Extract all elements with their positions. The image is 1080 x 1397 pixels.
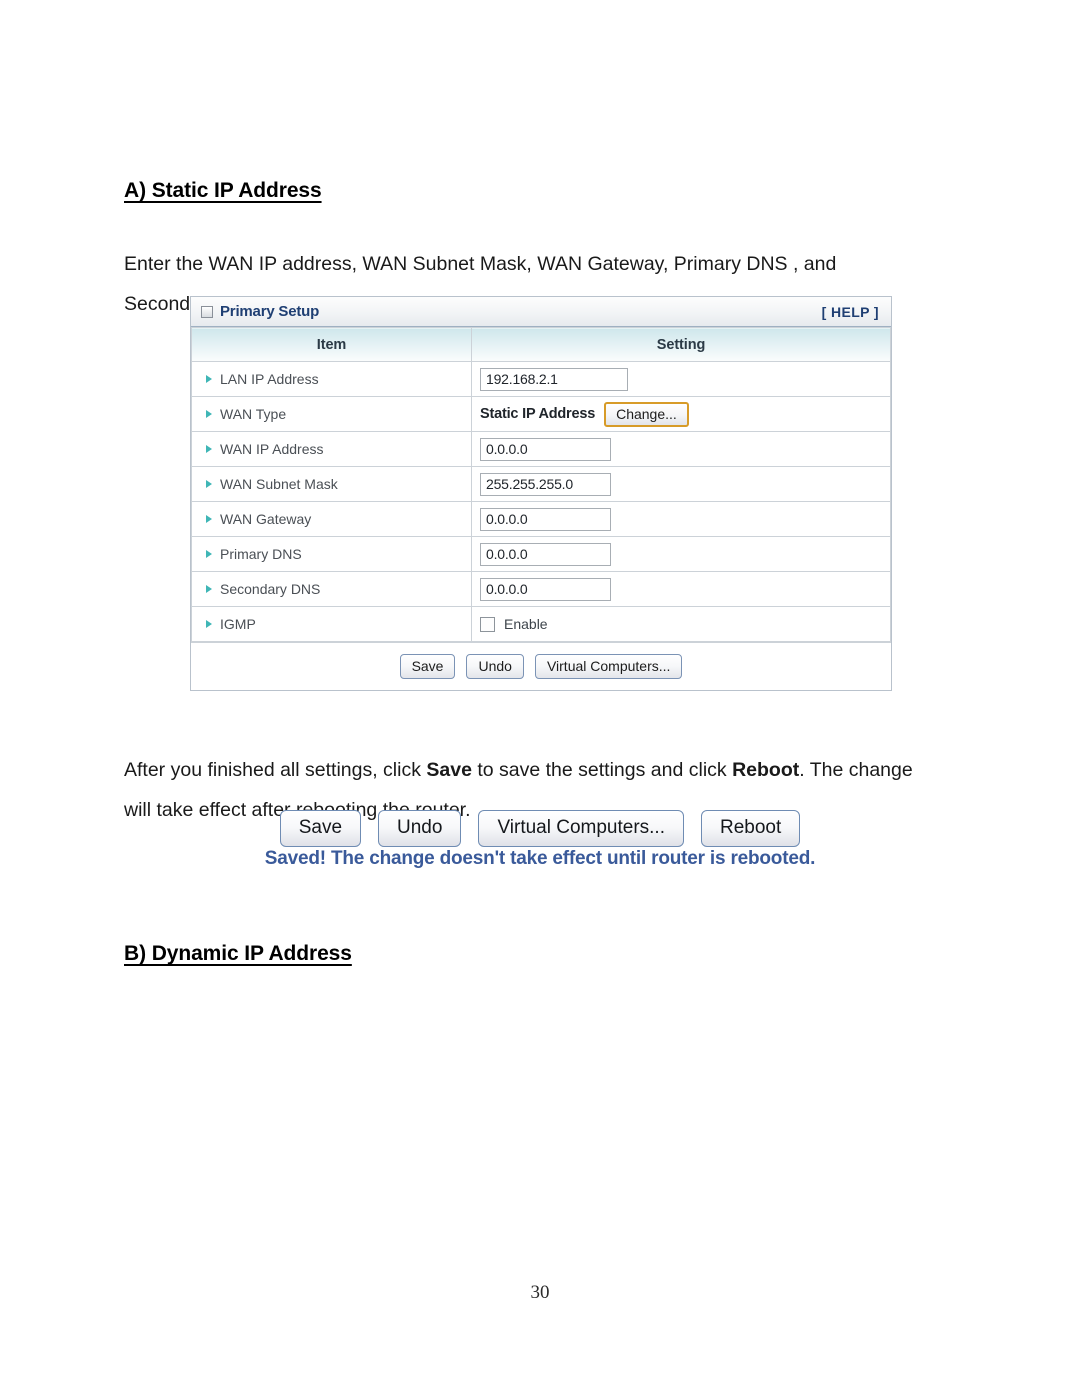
standalone-button-strip: Save Undo Virtual Computers... Reboot	[0, 810, 1080, 847]
row-label-cell: Primary DNS	[191, 536, 472, 572]
after-text-part2: to save the settings and click	[471, 758, 733, 781]
bullet-triangle-icon	[206, 480, 212, 488]
row-setting-cell: 255.255.255.0	[471, 466, 891, 502]
section-heading-static-ip: A) Static IP Address	[124, 179, 322, 203]
panel-footer: Save Undo Virtual Computers...	[191, 642, 891, 690]
primary-setup-panel: Primary Setup [ HELP ] Item Setting LAN …	[190, 296, 892, 691]
table-row: WAN IP Address 0.0.0.0	[191, 431, 891, 467]
window-square-icon	[201, 305, 213, 318]
after-text-bold-reboot: Reboot	[732, 758, 800, 781]
status-message: Saved! The change doesn't take effect un…	[264, 848, 816, 869]
page-number: 30	[530, 1282, 550, 1303]
panel-title-group: Primary Setup	[201, 303, 319, 320]
wan-gateway-input[interactable]: 0.0.0.0	[480, 507, 611, 531]
row-label: WAN IP Address	[220, 441, 324, 457]
row-label-cell: LAN IP Address	[191, 361, 472, 397]
table-row: WAN Type Static IP Address Change...	[191, 396, 891, 432]
undo-button[interactable]: Undo	[378, 810, 462, 847]
row-label: WAN Subnet Mask	[220, 476, 338, 492]
lan-ip-address-input[interactable]: 192.168.2.1	[480, 367, 628, 391]
row-setting-cell: 0.0.0.0	[471, 431, 891, 467]
after-text-part1: After you finished all settings, click	[124, 758, 427, 781]
row-label: LAN IP Address	[220, 371, 319, 387]
table-row: IGMP Enable	[191, 606, 891, 642]
wan-ip-address-input[interactable]: 0.0.0.0	[480, 437, 611, 461]
row-label-cell: Secondary DNS	[191, 571, 472, 607]
row-setting-cell: Static IP Address Change...	[471, 396, 891, 432]
wan-subnet-mask-input[interactable]: 255.255.255.0	[480, 472, 611, 496]
row-label-cell: WAN Gateway	[191, 501, 472, 537]
table-row: Secondary DNS 0.0.0.0	[191, 571, 891, 607]
panel-virtual-computers-button[interactable]: Virtual Computers...	[534, 654, 683, 679]
panel-titlebar: Primary Setup [ HELP ]	[191, 297, 891, 327]
bullet-triangle-icon	[206, 620, 212, 628]
row-label: IGMP	[220, 616, 256, 632]
row-label: WAN Gateway	[220, 511, 312, 527]
row-label: Primary DNS	[220, 546, 302, 562]
panel-undo-button[interactable]: Undo	[466, 654, 524, 679]
virtual-computers-button[interactable]: Virtual Computers...	[478, 810, 684, 847]
column-header-item: Item	[191, 327, 472, 362]
table-row: WAN Subnet Mask 255.255.255.0	[191, 466, 891, 502]
wan-type-value: Static IP Address	[480, 406, 596, 422]
row-setting-cell: 0.0.0.0	[471, 536, 891, 572]
after-text-bold-save: Save	[426, 758, 472, 781]
row-label: WAN Type	[220, 406, 287, 422]
table-row: LAN IP Address 192.168.2.1	[191, 361, 891, 397]
table-row: Primary DNS 0.0.0.0	[191, 536, 891, 572]
row-label-cell: WAN Type	[191, 396, 472, 432]
help-link[interactable]: [ HELP ]	[822, 304, 879, 320]
row-label-cell: WAN IP Address	[191, 431, 472, 467]
settings-table-body: LAN IP Address 192.168.2.1 WAN Type Stat…	[191, 361, 891, 642]
igmp-enable-checkbox[interactable]	[480, 616, 495, 632]
bullet-triangle-icon	[206, 410, 212, 418]
row-label-cell: IGMP	[191, 606, 472, 642]
row-setting-cell: 0.0.0.0	[471, 501, 891, 537]
secondary-dns-input[interactable]: 0.0.0.0	[480, 577, 611, 601]
primary-dns-input[interactable]: 0.0.0.0	[480, 542, 611, 566]
column-header-setting: Setting	[471, 327, 891, 362]
settings-table: Item Setting LAN IP Address 192.168.2.1	[191, 327, 891, 642]
document-page: A) Static IP Address Enter the WAN IP ad…	[0, 0, 1080, 1397]
row-label: Secondary DNS	[220, 581, 321, 597]
bullet-triangle-icon	[206, 515, 212, 523]
section-heading-dynamic-ip: B) Dynamic IP Address	[124, 942, 352, 966]
bullet-triangle-icon	[206, 550, 212, 558]
reboot-button[interactable]: Reboot	[701, 810, 801, 847]
row-setting-cell: 192.168.2.1	[471, 361, 891, 397]
table-row: WAN Gateway 0.0.0.0	[191, 501, 891, 537]
panel-save-button[interactable]: Save	[399, 654, 456, 679]
row-label-cell: WAN Subnet Mask	[191, 466, 472, 502]
row-setting-cell: Enable	[471, 606, 891, 642]
bullet-triangle-icon	[206, 375, 212, 383]
panel-title: Primary Setup	[220, 303, 320, 320]
save-button[interactable]: Save	[279, 810, 362, 847]
bullet-triangle-icon	[206, 585, 212, 593]
igmp-enable-label: Enable	[504, 616, 548, 632]
row-setting-cell: 0.0.0.0	[471, 571, 891, 607]
table-header-row: Item Setting	[191, 327, 891, 362]
bullet-triangle-icon	[206, 445, 212, 453]
change-wan-type-button[interactable]: Change...	[604, 401, 689, 427]
